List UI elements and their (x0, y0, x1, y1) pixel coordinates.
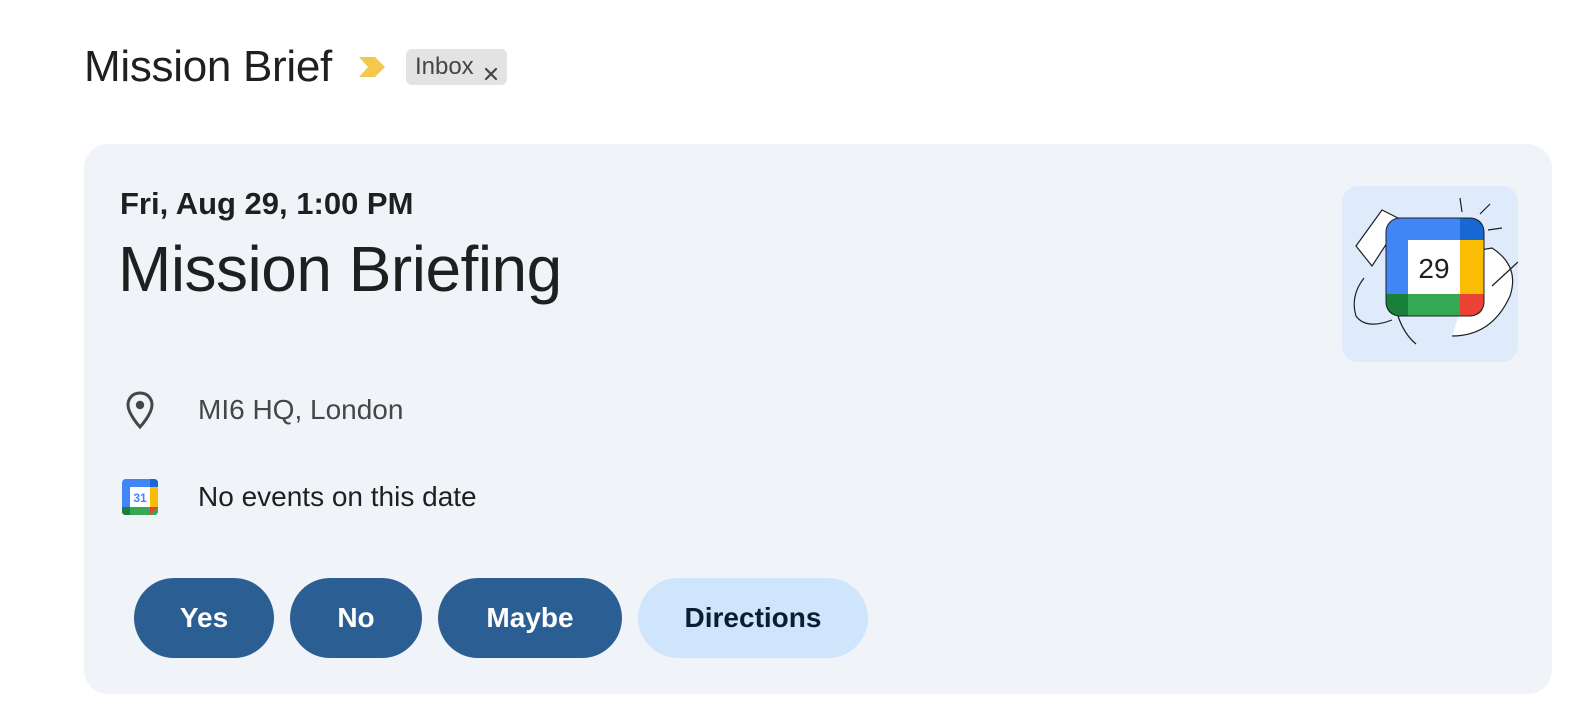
subject-title: Mission Brief (84, 42, 332, 91)
calendar-icon-day: 31 (133, 491, 147, 505)
email-view: Mission Brief Inbox Fri, Aug 29, 1:00 PM… (0, 0, 1594, 712)
calendar-row: 31 No events on this date (120, 477, 477, 517)
event-date: Fri, Aug 29, 1:00 PM (120, 186, 414, 221)
event-card: Fri, Aug 29, 1:00 PM Mission Briefing 29… (84, 144, 1552, 694)
label-chip-text: Inbox (414, 53, 474, 80)
location-pin-icon (120, 390, 160, 430)
directions-button[interactable]: Directions (638, 578, 868, 658)
importance-marker-icon[interactable] (358, 56, 386, 78)
rsvp-yes-button[interactable]: Yes (134, 578, 274, 658)
location-row: MI6 HQ, London (120, 390, 403, 430)
subject-header: Mission Brief Inbox (84, 38, 507, 96)
rsvp-actions: Yes No Maybe Directions (134, 578, 868, 658)
calendar-illustration-icon: 29 (1342, 186, 1518, 362)
rsvp-no-button[interactable]: No (290, 578, 422, 658)
inbox-label-chip: Inbox (405, 49, 507, 85)
rsvp-maybe-button[interactable]: Maybe (438, 578, 622, 658)
illustration-day: 29 (1418, 253, 1449, 284)
event-title: Mission Briefing (118, 233, 562, 305)
google-calendar-icon: 31 (120, 477, 160, 517)
calendar-status-text: No events on this date (198, 481, 477, 512)
location-text: MI6 HQ, London (198, 394, 404, 425)
close-icon[interactable] (484, 60, 498, 81)
